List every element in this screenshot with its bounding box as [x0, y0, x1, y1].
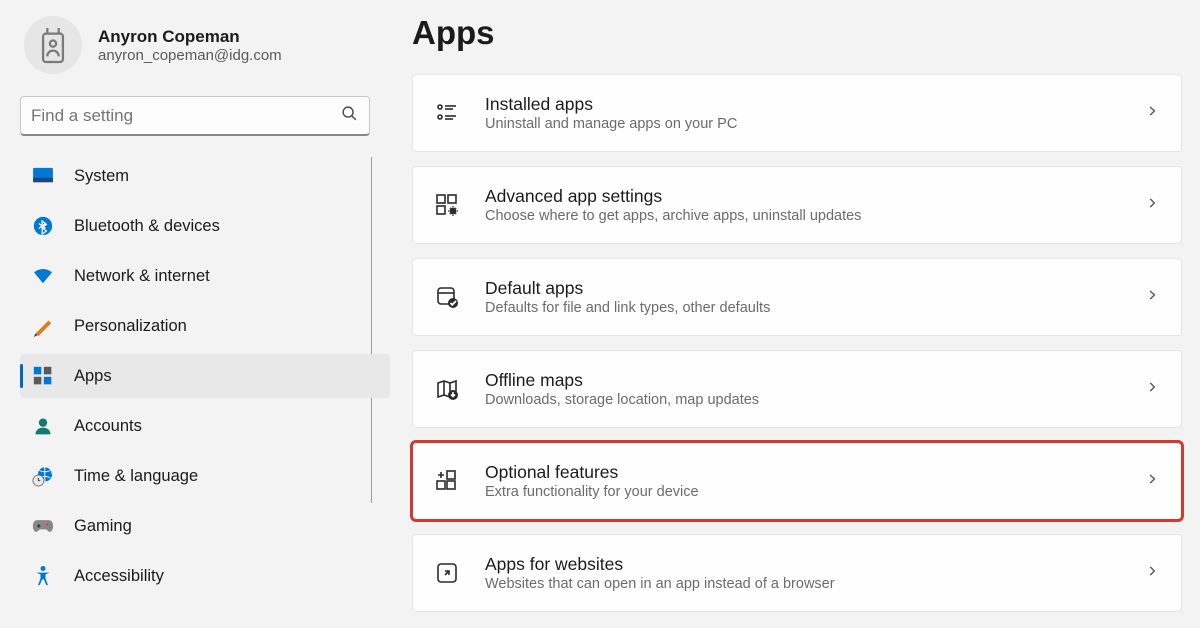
sidebar-item-label: Personalization	[74, 317, 187, 336]
sidebar-item-accounts[interactable]: Accounts	[20, 404, 390, 448]
default-apps-icon	[433, 283, 461, 311]
chevron-right-icon	[1145, 564, 1159, 583]
accounts-icon	[32, 415, 54, 437]
time-language-icon	[32, 465, 54, 487]
sidebar-item-time-language[interactable]: Time & language	[20, 454, 390, 498]
apps-websites-icon	[433, 559, 461, 587]
sidebar-item-label: Time & language	[74, 467, 198, 486]
sidebar: Anyron Copeman anyron_copeman@idg.com Sy…	[0, 0, 390, 628]
accessibility-icon	[32, 565, 54, 587]
card-default-apps[interactable]: Default apps Defaults for file and link …	[412, 258, 1182, 336]
sidebar-item-personalization[interactable]: Personalization	[20, 304, 390, 348]
card-subtitle: Uninstall and manage apps on your PC	[485, 116, 1145, 132]
card-installed-apps[interactable]: Installed apps Uninstall and manage apps…	[412, 74, 1182, 152]
personalization-icon	[32, 315, 54, 337]
sidebar-item-label: Gaming	[74, 517, 132, 536]
apps-icon	[32, 365, 54, 387]
card-title: Optional features	[485, 462, 1145, 483]
sidebar-item-label: Bluetooth & devices	[74, 217, 220, 236]
system-icon	[32, 165, 54, 187]
offline-maps-icon	[433, 375, 461, 403]
card-subtitle: Choose where to get apps, archive apps, …	[485, 208, 1145, 224]
profile-email: anyron_copeman@idg.com	[98, 47, 282, 64]
main-panel: Apps Installed apps Uninstall and manage…	[390, 0, 1200, 628]
sidebar-item-gaming[interactable]: Gaming	[20, 504, 390, 548]
card-offline-maps[interactable]: Offline maps Downloads, storage location…	[412, 350, 1182, 428]
chevron-right-icon	[1145, 288, 1159, 307]
chevron-right-icon	[1145, 196, 1159, 215]
page-title: Apps	[412, 14, 1182, 52]
sidebar-item-network[interactable]: Network & internet	[20, 254, 390, 298]
card-subtitle: Defaults for file and link types, other …	[485, 300, 1145, 316]
sidebar-item-system[interactable]: System	[20, 154, 390, 198]
card-subtitle: Downloads, storage location, map updates	[485, 392, 1145, 408]
card-title: Default apps	[485, 278, 1145, 299]
chevron-right-icon	[1145, 104, 1159, 123]
card-optional-features[interactable]: Optional features Extra functionality fo…	[412, 442, 1182, 520]
chevron-right-icon	[1145, 472, 1159, 491]
card-advanced-app-settings[interactable]: Advanced app settings Choose where to ge…	[412, 166, 1182, 244]
card-subtitle: Websites that can open in an app instead…	[485, 576, 1145, 592]
card-apps-for-websites[interactable]: Apps for websites Websites that can open…	[412, 534, 1182, 612]
sidebar-item-label: Apps	[74, 367, 112, 386]
advanced-apps-icon	[433, 191, 461, 219]
search-input[interactable]	[20, 96, 370, 136]
card-title: Offline maps	[485, 370, 1145, 391]
nav-list: System Bluetooth & devices Network & int…	[20, 154, 390, 598]
search-icon	[341, 105, 358, 127]
gaming-icon	[32, 515, 54, 537]
wifi-icon	[32, 265, 54, 287]
sidebar-item-accessibility[interactable]: Accessibility	[20, 554, 390, 598]
profile-block[interactable]: Anyron Copeman anyron_copeman@idg.com	[20, 0, 390, 92]
card-subtitle: Extra functionality for your device	[485, 484, 1145, 500]
sidebar-item-label: Accessibility	[74, 567, 164, 586]
card-title: Apps for websites	[485, 554, 1145, 575]
installed-apps-icon	[433, 99, 461, 127]
sidebar-item-label: Accounts	[74, 417, 142, 436]
sidebar-item-apps[interactable]: Apps	[20, 354, 390, 398]
avatar	[24, 16, 82, 74]
sidebar-item-bluetooth[interactable]: Bluetooth & devices	[20, 204, 390, 248]
sidebar-item-label: System	[74, 167, 129, 186]
card-title: Installed apps	[485, 94, 1145, 115]
card-title: Advanced app settings	[485, 186, 1145, 207]
chevron-right-icon	[1145, 380, 1159, 399]
search-box[interactable]	[20, 96, 370, 136]
profile-name: Anyron Copeman	[98, 27, 282, 47]
optional-features-icon	[433, 467, 461, 495]
sidebar-item-label: Network & internet	[74, 267, 210, 286]
bluetooth-icon	[32, 215, 54, 237]
